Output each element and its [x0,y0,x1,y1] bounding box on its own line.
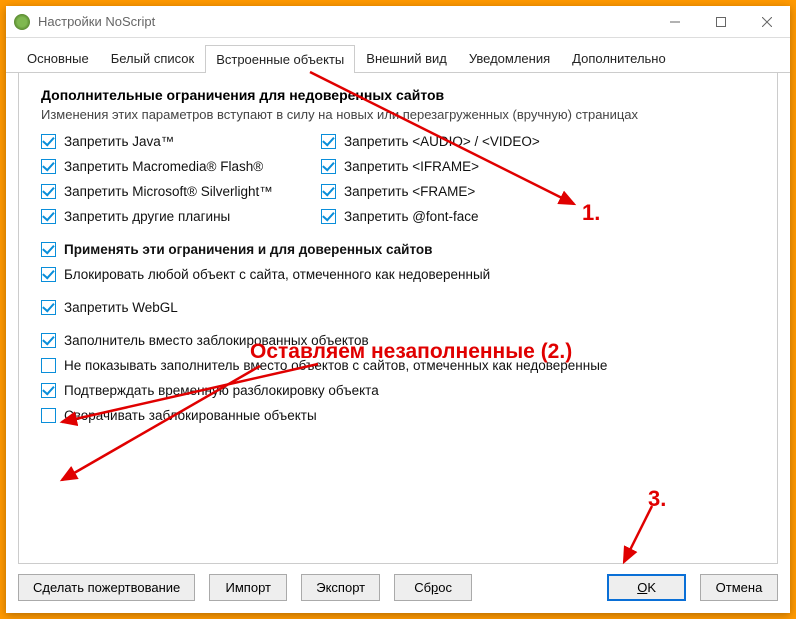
check-icon [41,184,56,199]
reset-button[interactable]: Сброс [394,574,472,601]
section-subtitle: Изменения этих параметров вступают в сил… [41,107,755,122]
checkbox-block-untrusted-objects[interactable]: Блокировать любой объект с сайта, отмече… [41,267,755,282]
donate-button[interactable]: Сделать пожертвование [18,574,195,601]
section-title: Дополнительные ограничения для недоверен… [41,87,755,103]
check-icon [321,184,336,199]
grid-col-left: Запретить Java™ Запретить Macromedia® Fl… [41,134,321,224]
checkbox-hide-placeholder-untrusted[interactable]: Не показывать заполнитель вместо объекто… [41,358,755,373]
checkbox-forbid-fontface[interactable]: Запретить @font-face [321,209,540,224]
checkbox-forbid-webgl[interactable]: Запретить WebGL [41,300,755,315]
check-icon [41,159,56,174]
cancel-button[interactable]: Отмена [700,574,778,601]
tab-appearance[interactable]: Внешний вид [355,44,458,72]
checkbox-forbid-audio-video[interactable]: Запретить <AUDIO> / <VIDEO> [321,134,540,149]
maximize-icon [716,17,726,27]
titlebar: Настройки NoScript [6,6,790,38]
tab-embedded[interactable]: Встроенные объекты [205,45,355,73]
tab-bar: Основные Белый список Встроенные объекты… [6,38,790,73]
full-width-list: Применять эти ограничения и для доверенн… [41,242,755,423]
footer-buttons: Сделать пожертвование Импорт Экспорт Сбр… [6,564,790,613]
tab-general[interactable]: Основные [16,44,100,72]
window-title: Настройки NoScript [38,14,652,29]
checkbox-forbid-java[interactable]: Запретить Java™ [41,134,321,149]
check-icon [41,267,56,282]
check-icon [41,408,56,423]
check-icon [41,300,56,315]
tab-advanced[interactable]: Дополнительно [561,44,677,72]
tab-notifications[interactable]: Уведомления [458,44,561,72]
checkbox-placeholder[interactable]: Заполнитель вместо заблокированных объек… [41,333,755,348]
checkbox-forbid-plugins[interactable]: Запретить другие плагины [41,209,321,224]
check-icon [321,209,336,224]
checkbox-forbid-iframe[interactable]: Запретить <IFRAME> [321,159,540,174]
checkbox-confirm-unblock[interactable]: Подтверждать временную разблокировку объ… [41,383,755,398]
grid-col-right: Запретить <AUDIO> / <VIDEO> Запретить <I… [321,134,540,224]
app-icon [14,14,30,30]
check-icon [41,242,56,257]
check-icon [41,333,56,348]
checkbox-forbid-silverlight[interactable]: Запретить Microsoft® Silverlight™ [41,184,321,199]
window-controls [652,6,790,37]
check-icon [41,209,56,224]
checkbox-forbid-flash[interactable]: Запретить Macromedia® Flash® [41,159,321,174]
ok-button[interactable]: OK [607,574,686,601]
check-icon [41,134,56,149]
checkbox-apply-trusted[interactable]: Применять эти ограничения и для доверенн… [41,242,755,257]
maximize-button[interactable] [698,6,744,37]
content-panel: Дополнительные ограничения для недоверен… [18,73,778,564]
checkbox-collapse-blocked[interactable]: Сворачивать заблокированные объекты [41,408,755,423]
minimize-button[interactable] [652,6,698,37]
close-icon [762,17,772,27]
check-icon [41,383,56,398]
checkbox-grid: Запретить Java™ Запретить Macromedia® Fl… [41,134,755,224]
close-button[interactable] [744,6,790,37]
export-button[interactable]: Экспорт [301,574,380,601]
settings-window: Настройки NoScript Основные Белый список… [6,6,790,613]
check-icon [321,159,336,174]
tab-whitelist[interactable]: Белый список [100,44,206,72]
check-icon [321,134,336,149]
import-button[interactable]: Импорт [209,574,287,601]
check-icon [41,358,56,373]
checkbox-forbid-frame[interactable]: Запретить <FRAME> [321,184,540,199]
minimize-icon [670,17,680,27]
